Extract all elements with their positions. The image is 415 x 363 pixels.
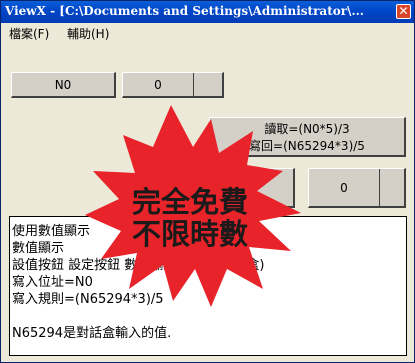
app-window: ViewX - [C:\Documents and Settings\Admin… [0,0,415,363]
promo-line-2: 不限時數 [132,217,249,251]
